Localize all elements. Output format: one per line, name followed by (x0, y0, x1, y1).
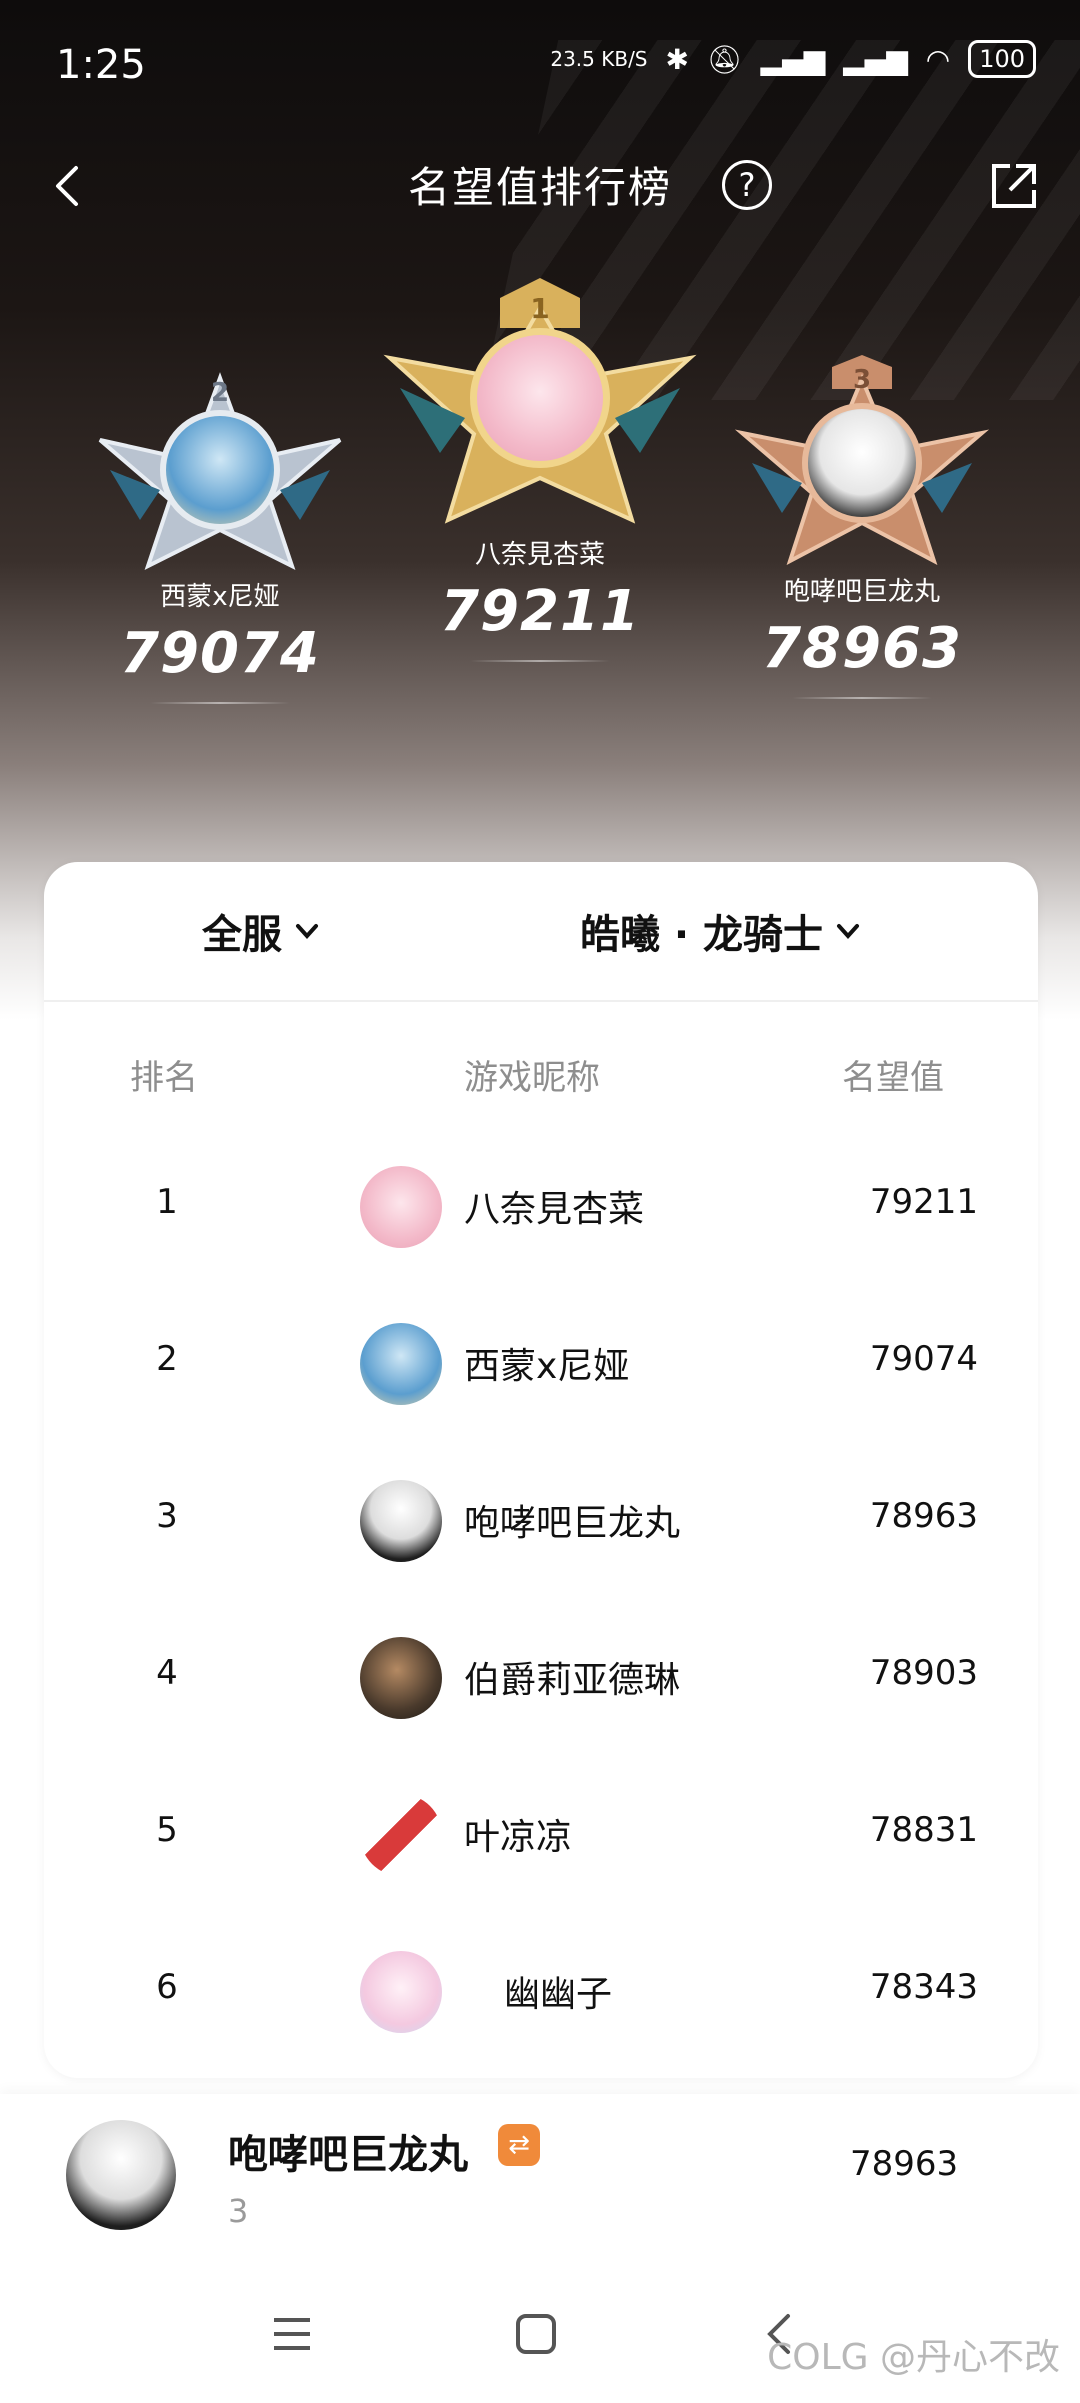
status-bar: 1:25 23.5 KB/S ✱ 🔕︎ ▂▄▆ ▂▄▆ ◠ 100 (0, 0, 1080, 120)
silver-medal-icon: 2 (80, 370, 360, 570)
podium-name: 咆哮吧巨龙丸 (783, 577, 940, 607)
signal-icon-2: ▂▄▆ (843, 42, 908, 76)
divider (150, 702, 290, 704)
avatar (360, 1323, 442, 1405)
page-title: 名望值排行榜 (407, 163, 672, 212)
network-speed: 23.5 KB/S (550, 47, 648, 71)
bronze-medal-icon: 3 (722, 355, 1002, 565)
leaderboard-card: 全服 皓曦 · 龙骑士 排名 游戏昵称 名望值 1 八奈見杏菜 79211 2 … (44, 862, 1038, 2078)
divider (470, 660, 610, 662)
page-header: 名望值排行榜 ? (0, 140, 1080, 230)
my-rank-bar[interactable]: 咆哮吧巨龙丸 ⇄ 3 78963 (0, 2094, 1080, 2264)
column-header-name: 游戏昵称 (464, 1058, 600, 1098)
swap-icon[interactable]: ⇄ (498, 2124, 540, 2166)
menu-icon[interactable] (266, 2308, 318, 2360)
server-filter-dropdown[interactable]: 全服 (202, 902, 322, 960)
podium-name: 八奈見杏菜 (474, 540, 605, 570)
podium-score: 79074 (120, 621, 320, 686)
watermark: COLG @丹心不改 (767, 2337, 1060, 2378)
share-icon[interactable] (986, 158, 1042, 214)
help-icon[interactable]: ? (722, 160, 772, 210)
column-header-score: 名望值 (842, 1058, 944, 1098)
avatar (360, 1637, 442, 1719)
home-icon[interactable] (510, 2308, 562, 2360)
podium-rank-3[interactable]: 3 咆哮吧巨龙丸 78963 (712, 355, 1012, 699)
chevron-down-icon (837, 924, 860, 939)
table-row[interactable]: 3 咆哮吧巨龙丸 78963 (44, 1450, 1038, 1590)
column-header-rank: 排名 (130, 1058, 198, 1098)
my-name: 咆哮吧巨龙丸 (228, 2132, 468, 2178)
table-row[interactable]: 1 八奈見杏菜 79211 (44, 1136, 1038, 1276)
bell-off-icon: 🔕︎ (706, 42, 743, 76)
wifi-icon: ◠ (925, 42, 951, 76)
battery-icon: 100 (968, 40, 1036, 78)
avatar (360, 1480, 442, 1562)
podium-name: 西蒙x尼娅 (160, 582, 280, 612)
table-row[interactable]: 4 伯爵莉亚德琳 78903 (44, 1607, 1038, 1747)
avatar (66, 2120, 176, 2230)
signal-icon: ▂▄▆ (760, 42, 826, 76)
status-time: 1:25 (56, 42, 146, 88)
my-rank: 3 (228, 2192, 249, 2230)
class-filter-dropdown[interactable]: 皓曦 · 龙骑士 (580, 902, 863, 960)
avatar (360, 1794, 442, 1876)
table-row[interactable]: 5 叶凉凉 78831 (44, 1764, 1038, 1904)
avatar (360, 1951, 442, 2033)
podium-score: 79211 (440, 579, 640, 644)
avatar (360, 1166, 442, 1248)
table-row[interactable]: 6 幽幽子 78343 (44, 1921, 1038, 2061)
podium-rank-2[interactable]: 2 西蒙x尼娅 79074 (70, 370, 370, 704)
chevron-down-icon (296, 924, 318, 939)
server-filter-label: 全服 (202, 912, 282, 958)
my-score: 78963 (850, 2144, 959, 2184)
podium-rank-1[interactable]: 1 八奈見杏菜 79211 (360, 278, 720, 662)
filter-bar: 全服 皓曦 · 龙骑士 (44, 862, 1038, 1002)
class-filter-label: 皓曦 · 龙骑士 (580, 912, 824, 958)
gold-medal-icon: 1 (370, 278, 710, 528)
bluetooth-icon: ✱ (665, 42, 689, 76)
podium-score: 78963 (762, 616, 962, 681)
divider (792, 697, 932, 699)
table-row[interactable]: 2 西蒙x尼娅 79074 (44, 1293, 1038, 1433)
system-nav-bar: COLG @丹心不改 (0, 2264, 1080, 2403)
